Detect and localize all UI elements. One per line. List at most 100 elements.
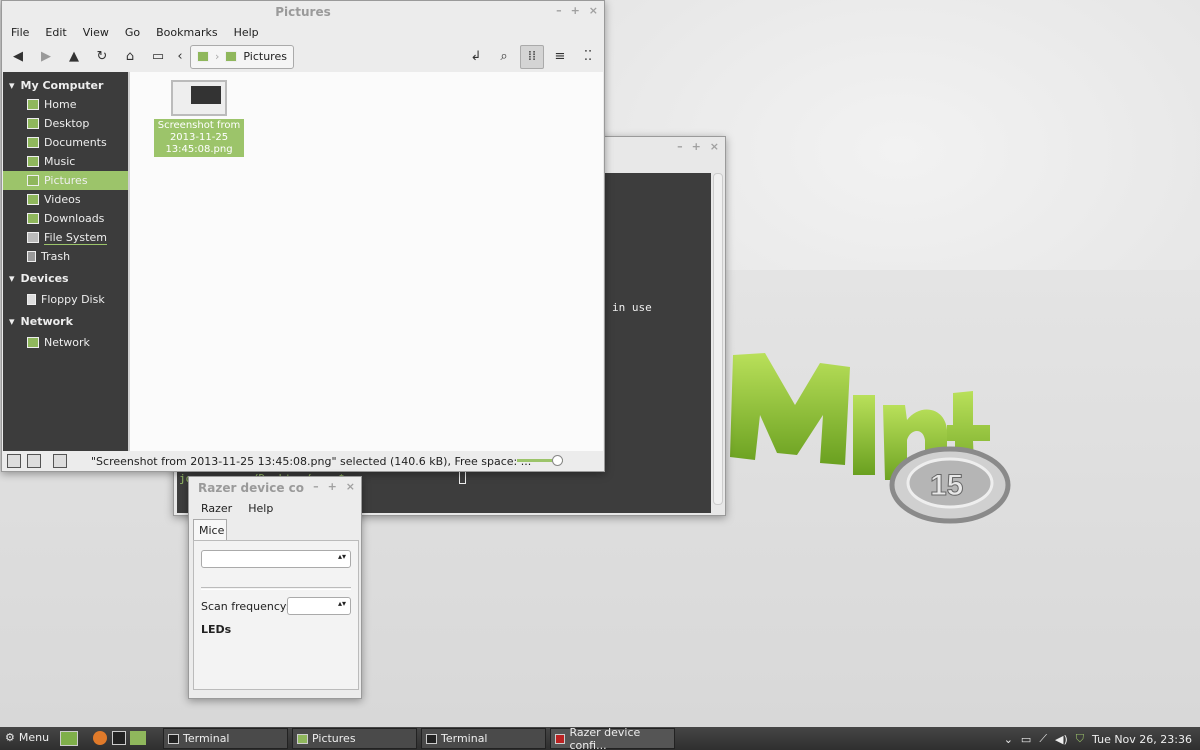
expand-icon[interactable]: ▾ (9, 315, 15, 328)
compact-view-icon[interactable]: ⁚⁚ (576, 45, 600, 69)
floppy-icon (27, 294, 36, 305)
sidebar-item-network[interactable]: Network (3, 333, 128, 352)
fm-titlebar[interactable]: Pictures – + × (2, 1, 604, 23)
show-tree-icon[interactable] (27, 454, 41, 468)
back-icon[interactable]: ◀ (6, 45, 30, 69)
files-launcher-icon[interactable] (130, 731, 146, 745)
file-view[interactable]: Screenshot from 2013-11-25 13:45:08.png (128, 72, 603, 451)
task-pictures[interactable]: Pictures (292, 728, 417, 749)
list-view-icon[interactable]: ≡ (548, 45, 572, 69)
expand-icon[interactable]: ▾ (9, 272, 15, 285)
menu-file[interactable]: File (11, 26, 29, 39)
minimize-icon[interactable]: – (677, 140, 683, 153)
reload-icon[interactable]: ↻ (90, 45, 114, 69)
menu-razer[interactable]: Razer (201, 502, 232, 515)
razer-titlebar[interactable]: Razer device co – + × (189, 477, 361, 499)
chevron-left-icon[interactable]: ‹ (174, 45, 186, 69)
sidebar-item-music[interactable]: Music (3, 152, 128, 171)
terminal-launcher-icon[interactable] (112, 731, 126, 745)
sidebar-item-desktop[interactable]: Desktop (3, 114, 128, 133)
maximize-icon[interactable]: + (692, 140, 701, 153)
toggle-location-icon[interactable]: ↲ (464, 45, 488, 69)
terminal-cursor (459, 471, 466, 484)
fm-body: ▾ My Computer Home Desktop Documents Musi… (3, 72, 603, 451)
spin-icon: ▴▾ (337, 552, 346, 561)
scan-frequency-select[interactable]: ▴▾ (287, 597, 351, 615)
volume-icon[interactable]: ◀) (1055, 733, 1068, 746)
menu-bookmarks[interactable]: Bookmarks (156, 26, 217, 39)
terminal-text: in use (612, 301, 652, 314)
window-title: Razer device co (198, 481, 305, 495)
file-manager-window[interactable]: Pictures – + × File Edit View Go Bookmarks… (1, 0, 605, 472)
zoom-slider-knob[interactable] (552, 455, 563, 466)
sidebar-item-home[interactable]: Home (3, 95, 128, 114)
folder-icon (297, 733, 308, 744)
sidebar-item-downloads[interactable]: Downloads (3, 209, 128, 228)
drive-icon (27, 232, 39, 243)
image-thumbnail (171, 80, 227, 116)
leds-heading: LEDs (201, 623, 232, 636)
task-terminal-1[interactable]: Terminal (163, 728, 288, 749)
documents-folder-icon (27, 137, 39, 148)
display-icon[interactable]: ▭ (1021, 733, 1031, 746)
sidebar-item-trash[interactable]: Trash (3, 247, 128, 266)
razer-window[interactable]: Razer device co – + × Razer Help Mice ▴▾ S… (188, 476, 362, 699)
sidebar-item-documents[interactable]: Documents (3, 133, 128, 152)
spin-icon: ▴▾ (337, 599, 346, 608)
taskbar: ⚙ Menu Terminal Pictures Terminal Razer d… (0, 726, 1200, 750)
svg-text:15: 15 (930, 469, 963, 502)
terminal-icon (426, 733, 437, 744)
expand-icon[interactable]: ▾ (9, 79, 15, 92)
sidebar-item-videos[interactable]: Videos (3, 190, 128, 209)
pictures-folder-icon (225, 51, 238, 62)
section-devices[interactable]: ▾ Devices (3, 269, 128, 288)
shield-icon[interactable]: ⛉ (1076, 732, 1084, 746)
breadcrumb[interactable]: › Pictures (190, 44, 294, 69)
maximize-icon[interactable]: + (571, 4, 580, 17)
breadcrumb-pictures[interactable]: Pictures (243, 50, 287, 63)
clock[interactable]: Tue Nov 26, 23:36 (1092, 733, 1192, 746)
maximize-icon[interactable]: + (328, 480, 337, 493)
close-icon[interactable]: × (710, 140, 719, 153)
menu-help[interactable]: Help (248, 502, 273, 515)
sidebar-item-file-system[interactable]: File System (3, 228, 128, 247)
show-places-icon[interactable] (7, 454, 21, 468)
icon-view-icon[interactable]: ⁞⁞ (520, 44, 544, 69)
file-label: Screenshot from 2013-11-25 13:45:08.png (154, 119, 244, 157)
menu-button[interactable]: ⚙ Menu (5, 731, 49, 744)
razer-icon (555, 733, 566, 744)
section-network[interactable]: ▾ Network (3, 312, 128, 331)
task-razer[interactable]: Razer device confi... (550, 726, 675, 750)
computer-icon[interactable]: ▭ (146, 45, 170, 69)
forward-icon[interactable]: ▶ (34, 45, 58, 69)
close-icon[interactable]: × (346, 480, 355, 493)
scan-frequency-label: Scan frequency: (201, 600, 290, 613)
close-icon[interactable]: × (589, 4, 598, 17)
task-terminal-2[interactable]: Terminal (421, 728, 546, 749)
menu-view[interactable]: View (83, 26, 109, 39)
minimize-icon[interactable]: – (313, 480, 319, 493)
up-icon[interactable]: ▲ (62, 45, 86, 69)
chevron-down-icon[interactable]: ⌄ (1004, 733, 1013, 746)
menu-edit[interactable]: Edit (45, 26, 66, 39)
sidebar-item-pictures[interactable]: Pictures (3, 171, 128, 190)
firefox-icon[interactable] (93, 731, 107, 745)
menu-help[interactable]: Help (234, 26, 259, 39)
separator (201, 587, 351, 590)
minimize-icon[interactable]: – (556, 4, 562, 17)
search-icon[interactable]: ⌕ (492, 45, 516, 69)
sidebar-item-floppy[interactable]: Floppy Disk (3, 290, 128, 309)
terminal-scrollbar[interactable] (713, 173, 723, 505)
fm-menubar: File Edit View Go Bookmarks Help (2, 23, 604, 41)
terminal-icon (168, 733, 179, 744)
tab-mice[interactable]: Mice (193, 519, 227, 541)
window-title: Pictures (275, 5, 331, 19)
section-my-computer[interactable]: ▾ My Computer (3, 76, 128, 95)
show-desktop-icon[interactable] (60, 731, 78, 746)
network-icon[interactable]: ⟋ (1039, 732, 1047, 746)
menu-go[interactable]: Go (125, 26, 140, 39)
hide-sidebar-icon[interactable] (53, 454, 67, 468)
file-item[interactable]: Screenshot from 2013-11-25 13:45:08.png (154, 80, 244, 157)
home-icon[interactable]: ⌂ (118, 45, 142, 69)
mouse-select[interactable]: ▴▾ (201, 550, 351, 568)
